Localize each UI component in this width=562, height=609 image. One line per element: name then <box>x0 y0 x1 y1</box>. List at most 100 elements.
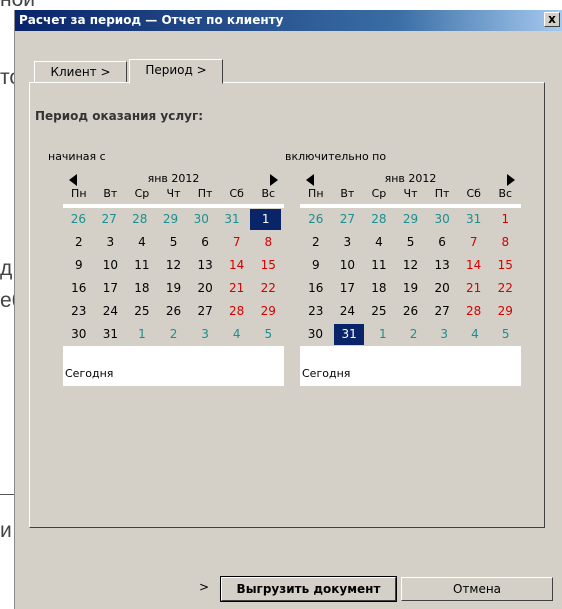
day-cell[interactable]: 19 <box>395 277 427 300</box>
day-cell[interactable]: 20 <box>189 277 221 300</box>
day-cell[interactable]: 27 <box>332 208 364 231</box>
day-cell[interactable]: 21 <box>221 277 253 300</box>
day-cell[interactable]: 26 <box>158 300 190 323</box>
today-link[interactable]: Сегодня <box>302 367 350 380</box>
day-cell[interactable]: 16 <box>300 277 332 300</box>
day-cell[interactable]: 21 <box>458 277 490 300</box>
calendar-header: янв 2012 Пн Вт Ср Чт Пт Сб Вс <box>63 168 284 204</box>
export-document-button[interactable]: Выгрузить документ <box>220 576 397 602</box>
day-cell[interactable]: 26 <box>300 208 332 231</box>
calendar-header: янв 2012 Пн Вт Ср Чт Пт Сб Вс <box>300 168 521 204</box>
day-cell[interactable]: 22 <box>489 277 521 300</box>
day-cell[interactable]: 27 <box>94 208 125 231</box>
day-cell[interactable]: 30 <box>186 208 217 231</box>
day-cell[interactable]: 4 <box>363 231 395 254</box>
day-cell[interactable]: 24 <box>332 300 364 323</box>
dialog-title: Расчет за период — Отчет по клиенту <box>19 13 284 27</box>
day-cell[interactable]: 14 <box>458 254 490 277</box>
day-cell[interactable]: 6 <box>426 231 458 254</box>
day-cell[interactable]: 28 <box>221 300 253 323</box>
day-cell[interactable]: 30 <box>63 323 95 346</box>
next-month-icon[interactable] <box>507 174 515 186</box>
day-cell[interactable]: 10 <box>95 254 127 277</box>
day-cell[interactable]: 20 <box>426 277 458 300</box>
week-row: 26 27 28 29 30 31 1 <box>300 208 521 231</box>
day-cell[interactable]: 28 <box>363 208 395 231</box>
day-cell[interactable]: 5 <box>490 323 521 346</box>
tab-client[interactable]: Клиент > <box>34 61 127 83</box>
week-row: 26 27 28 29 30 31 1 <box>63 208 284 231</box>
cancel-button[interactable]: Отмена <box>401 577 553 601</box>
day-cell[interactable]: 1 <box>489 208 521 231</box>
day-cell[interactable]: 27 <box>189 300 221 323</box>
day-cell[interactable]: 17 <box>332 277 364 300</box>
weekday-row: Пн Вт Ср Чт Пт Сб Вс <box>300 187 521 201</box>
day-cell[interactable]: 14 <box>221 254 253 277</box>
today-link[interactable]: Сегодня <box>65 367 113 380</box>
day-cell[interactable]: 2 <box>158 323 190 346</box>
day-cell[interactable]: 1 <box>250 209 282 230</box>
day-cell[interactable]: 26 <box>63 208 94 231</box>
day-cell[interactable]: 12 <box>395 254 427 277</box>
day-cell[interactable]: 3 <box>189 323 221 346</box>
day-cell[interactable]: 23 <box>63 300 95 323</box>
day-cell[interactable]: 8 <box>252 231 284 254</box>
day-cell[interactable]: 5 <box>158 231 190 254</box>
day-cell[interactable]: 15 <box>489 254 521 277</box>
day-cell[interactable]: 29 <box>155 208 186 231</box>
day-cell[interactable]: 24 <box>95 300 127 323</box>
day-cell[interactable]: 17 <box>95 277 127 300</box>
day-cell[interactable]: 30 <box>426 208 458 231</box>
day-cell[interactable]: 12 <box>158 254 190 277</box>
day-cell[interactable]: 5 <box>395 231 427 254</box>
day-cell[interactable]: 5 <box>252 323 284 346</box>
day-cell[interactable]: 1 <box>126 323 158 346</box>
day-cell[interactable]: 29 <box>395 208 427 231</box>
tab-period[interactable]: Период > <box>129 59 223 84</box>
day-cell[interactable]: 28 <box>124 208 155 231</box>
day-cell[interactable]: 7 <box>458 231 490 254</box>
day-cell[interactable]: 28 <box>458 300 490 323</box>
next-month-icon[interactable] <box>270 174 278 186</box>
day-cell[interactable]: 7 <box>221 231 253 254</box>
day-cell[interactable]: 26 <box>395 300 427 323</box>
day-cell[interactable]: 6 <box>189 231 221 254</box>
day-cell[interactable]: 15 <box>252 254 284 277</box>
day-cell[interactable]: 4 <box>126 231 158 254</box>
day-cell[interactable]: 18 <box>126 277 158 300</box>
day-cell[interactable]: 31 <box>333 324 365 345</box>
day-cell[interactable]: 31 <box>95 323 127 346</box>
day-cell[interactable]: 29 <box>252 300 284 323</box>
day-cell[interactable]: 4 <box>460 323 491 346</box>
day-cell[interactable]: 13 <box>426 254 458 277</box>
day-cell[interactable]: 11 <box>126 254 158 277</box>
close-button[interactable]: x <box>544 12 560 27</box>
day-cell[interactable]: 31 <box>458 208 490 231</box>
day-cell[interactable]: 2 <box>300 231 332 254</box>
day-cell[interactable]: 11 <box>363 254 395 277</box>
day-cell[interactable]: 23 <box>300 300 332 323</box>
day-cell[interactable]: 29 <box>489 300 521 323</box>
day-cell[interactable]: 9 <box>300 254 332 277</box>
day-cell[interactable]: 13 <box>189 254 221 277</box>
day-cell[interactable]: 3 <box>95 231 127 254</box>
day-cell[interactable]: 8 <box>489 231 521 254</box>
day-cell[interactable]: 2 <box>398 323 429 346</box>
day-cell[interactable]: 25 <box>126 300 158 323</box>
day-cell[interactable]: 3 <box>429 323 460 346</box>
day-cell[interactable]: 10 <box>332 254 364 277</box>
day-cell[interactable]: 30 <box>300 323 331 346</box>
day-cell[interactable]: 9 <box>63 254 95 277</box>
day-cell[interactable]: 4 <box>221 323 253 346</box>
day-cell[interactable]: 16 <box>63 277 95 300</box>
day-cell[interactable]: 18 <box>363 277 395 300</box>
day-cell[interactable]: 2 <box>63 231 95 254</box>
day-cell[interactable]: 27 <box>426 300 458 323</box>
day-cell[interactable]: 31 <box>217 208 248 231</box>
day-cell[interactable]: 25 <box>363 300 395 323</box>
day-cell[interactable]: 22 <box>252 277 284 300</box>
weekday-label: Пт <box>197 187 213 200</box>
day-cell[interactable]: 3 <box>332 231 364 254</box>
day-cell[interactable]: 1 <box>367 323 398 346</box>
day-cell[interactable]: 19 <box>158 277 190 300</box>
